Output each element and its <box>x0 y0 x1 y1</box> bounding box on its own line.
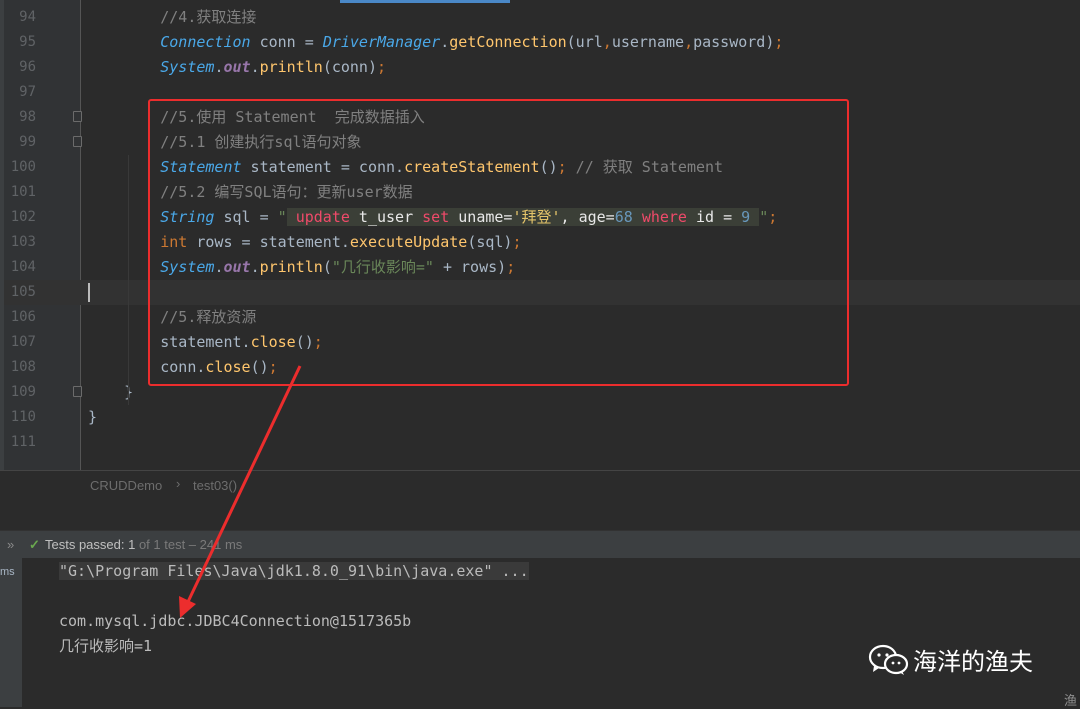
watermark-text: 海洋的渔夫 <box>913 648 1033 676</box>
corner-glyph: 渔 <box>1064 694 1078 709</box>
annotation-arrow <box>179 365 302 618</box>
wechat-icon <box>868 644 909 675</box>
